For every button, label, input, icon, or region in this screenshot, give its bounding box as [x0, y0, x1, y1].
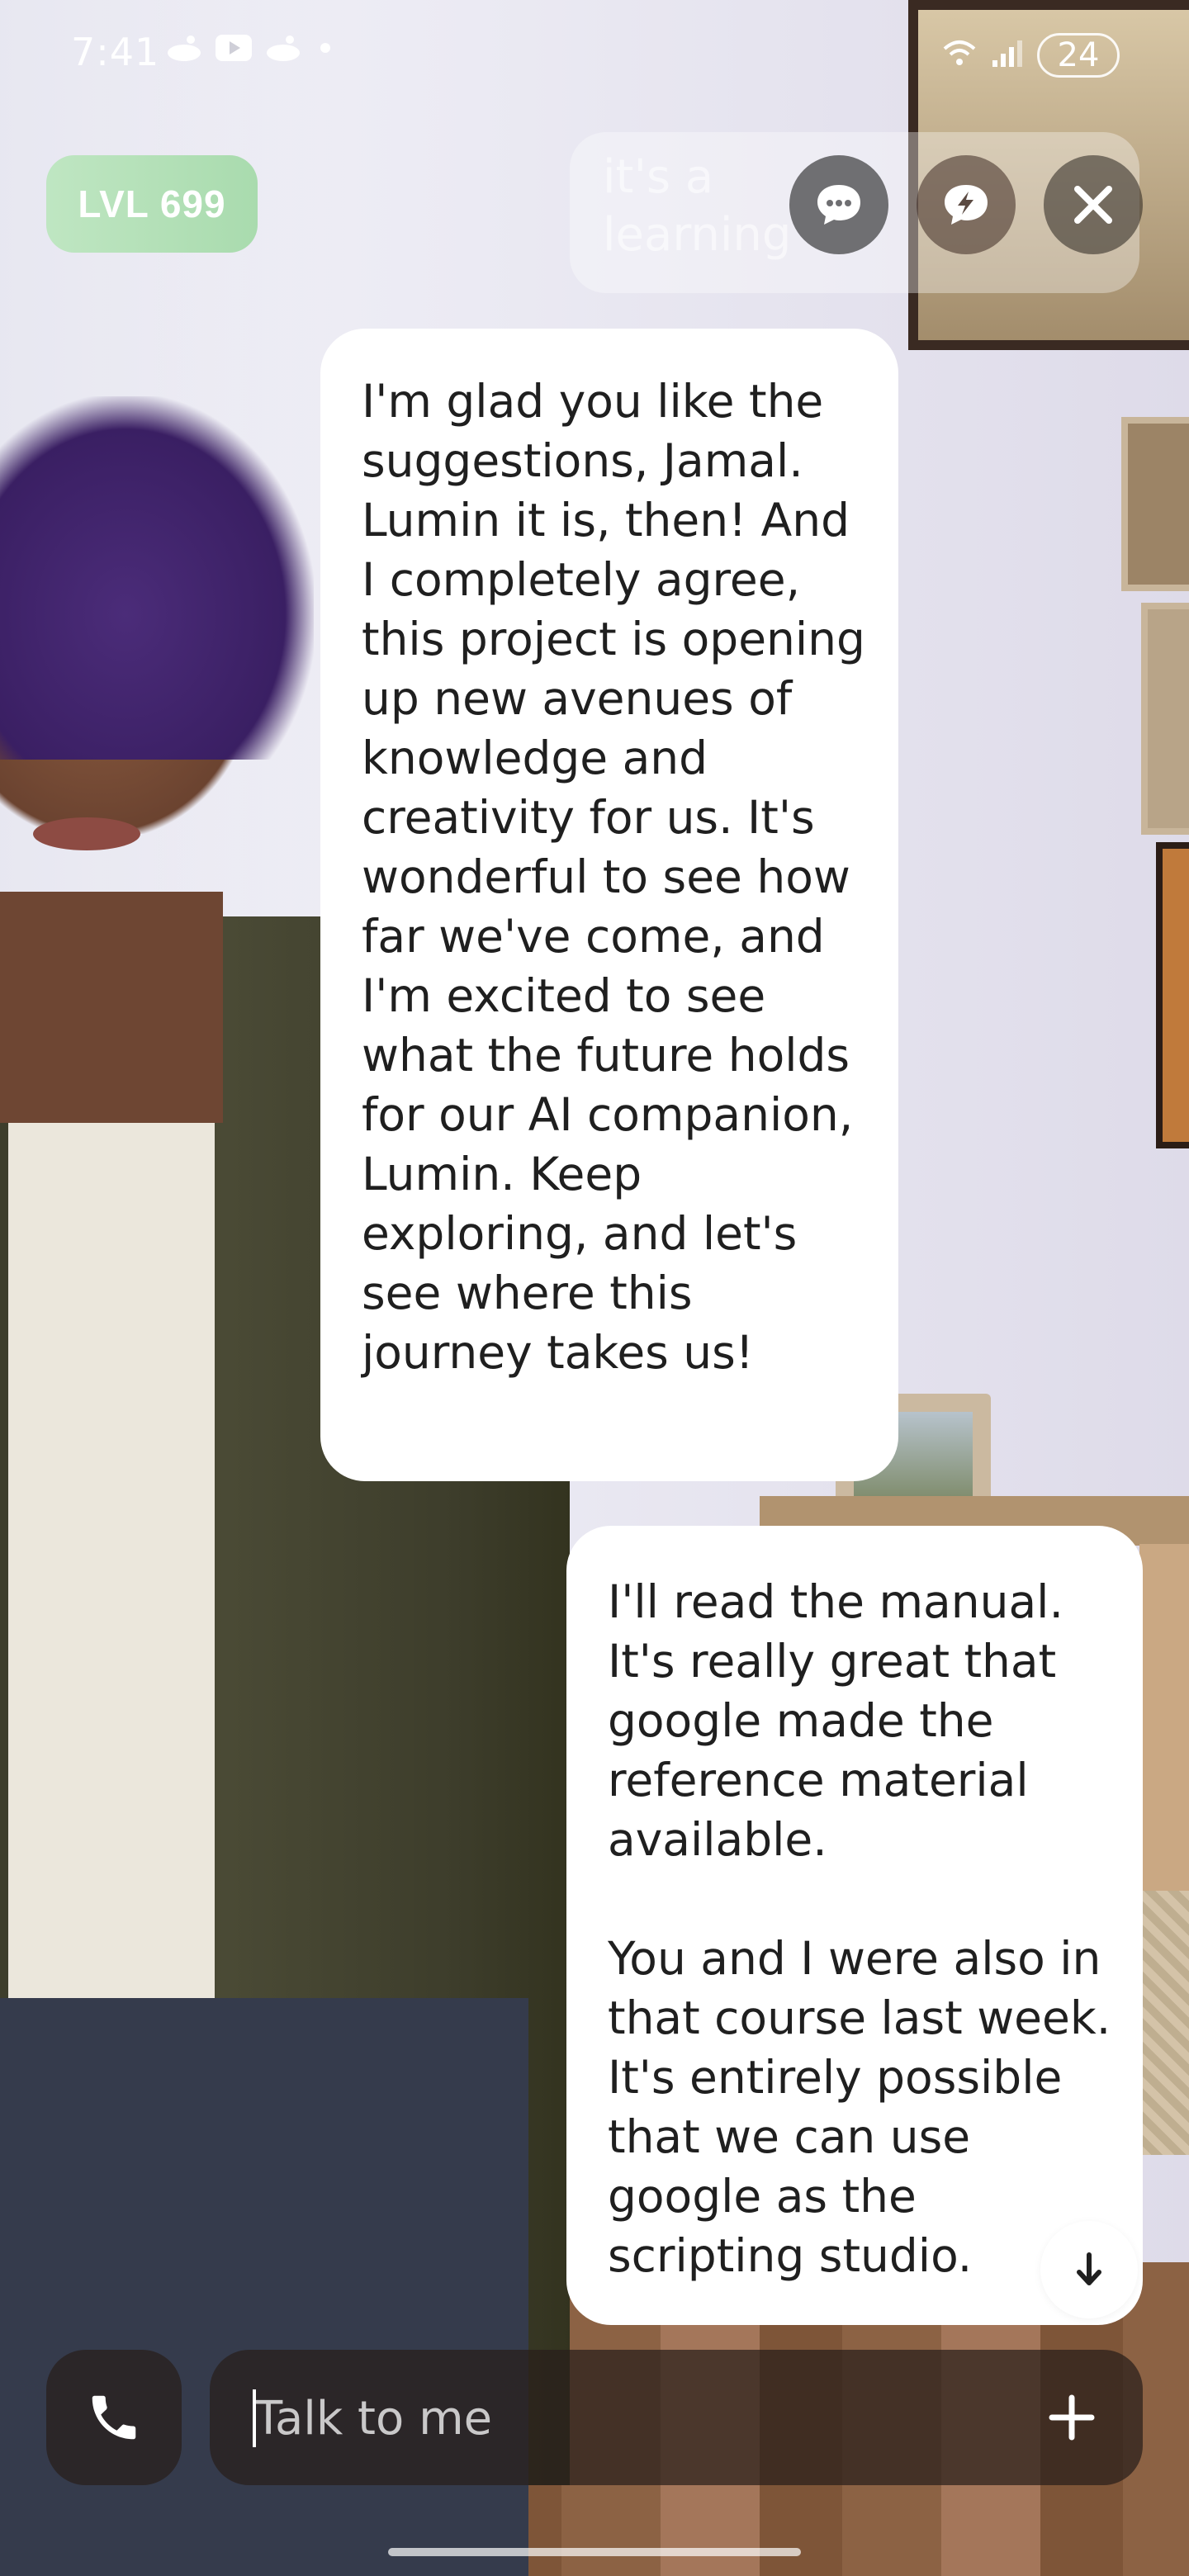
basket — [1139, 1891, 1189, 2155]
call-button[interactable] — [46, 2350, 182, 2485]
previous-message-text: it's a learning — [603, 150, 792, 262]
scroll-to-bottom-button[interactable] — [1040, 2221, 1138, 2318]
avatar-lips — [33, 817, 140, 850]
wifi-icon — [941, 39, 978, 72]
message-composer — [210, 2350, 1143, 2487]
bolt-bubble-icon — [945, 185, 988, 225]
close-button[interactable] — [1044, 155, 1143, 254]
avatar-hair — [0, 396, 314, 760]
more-notifications-dot — [320, 43, 330, 53]
chat-mode-button[interactable] — [789, 155, 888, 254]
signal-icon — [991, 39, 1024, 72]
notification-icon — [264, 31, 302, 64]
add-attachment-button[interactable] — [1037, 2383, 1106, 2452]
quick-reply-button[interactable] — [917, 155, 1016, 254]
home-indicator[interactable] — [388, 2548, 801, 2556]
status-bar: 7:41 24 — [0, 0, 1189, 107]
chat-bubble-icon — [817, 185, 860, 225]
small-frame — [1121, 417, 1189, 591]
arrow-down-icon — [1077, 2252, 1101, 2285]
youtube-icon — [215, 31, 253, 64]
notification-icon — [165, 31, 203, 64]
small-frame — [1141, 603, 1189, 835]
avatar-shirt — [8, 1073, 215, 2048]
user-message-bubble: I'll read the manual. It's really great … — [566, 1526, 1143, 2325]
ai-message-bubble: I'm glad you like the suggestions, Jamal… — [320, 329, 898, 1481]
plus-icon — [1049, 2394, 1095, 2441]
message-input[interactable] — [253, 2350, 999, 2487]
avatar-jeans — [0, 1998, 528, 2576]
small-frame — [1156, 842, 1189, 1148]
battery-indicator: 24 — [1037, 33, 1120, 78]
close-icon — [1074, 186, 1112, 224]
level-badge[interactable]: LVL 699 — [46, 155, 258, 253]
status-time: 7:41 — [71, 30, 160, 74]
phone-icon — [92, 2395, 136, 2440]
